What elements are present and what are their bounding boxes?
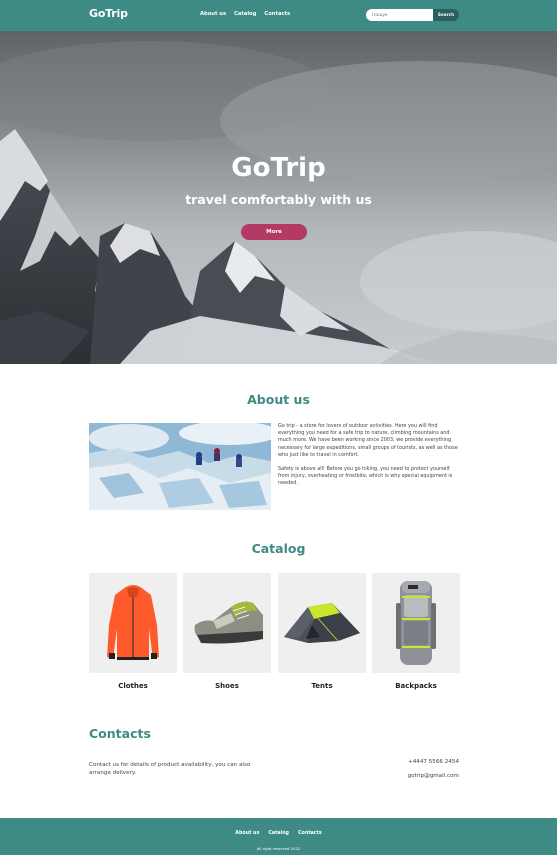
catalog-label-tents[interactable]: Tents (278, 682, 366, 690)
contacts-email[interactable]: gotrip@gmail.com (408, 773, 459, 779)
footer-link-about-us[interactable]: About us (235, 831, 259, 836)
hero-title: GoTrip (231, 153, 326, 183)
nav-link-about-us[interactable]: About us (200, 11, 226, 17)
site-header: GoTrip About us Catalog Contacts Search (0, 0, 557, 31)
nav-link-catalog[interactable]: Catalog (234, 11, 256, 17)
about-paragraph: Go trip - a store for lovers of outdoor … (278, 423, 458, 458)
footer-nav: About us Catalog Contacts (0, 831, 557, 836)
hero-banner: GoTrip travel comfortably with us More (0, 31, 557, 364)
contacts-phone[interactable]: +4447 5566 2454 (408, 759, 459, 765)
about-title: About us (247, 392, 310, 407)
about-paragraph: Safety is above all! Before you go hikin… (278, 466, 453, 487)
hiking-shoe-icon (194, 601, 263, 644)
catalog-label-clothes[interactable]: Clothes (89, 682, 177, 690)
logo[interactable]: GoTrip (89, 7, 128, 20)
search-button[interactable]: Search (433, 9, 459, 21)
footer-link-catalog[interactable]: Catalog (268, 831, 289, 836)
search-bar: Search (366, 9, 459, 21)
hero-subtitle: travel comfortably with us (185, 192, 372, 207)
contacts-title: Contacts (89, 726, 151, 741)
tent-icon (284, 603, 360, 643)
catalog-title: Catalog (251, 541, 306, 556)
jacket-icon (107, 585, 159, 660)
glacier-climbers-image (89, 423, 271, 510)
nav-link-contacts[interactable]: Contacts (264, 11, 290, 17)
catalog-card-tents[interactable] (278, 573, 366, 673)
backpack-icon (396, 581, 436, 665)
catalog-card-backpacks[interactable] (372, 573, 460, 673)
footer-copyright: All right reserved 2022 (256, 846, 301, 851)
more-button[interactable]: More (241, 224, 307, 240)
contacts-text: Contact us for details of product availa… (89, 762, 251, 776)
catalog-label-backpacks[interactable]: Backpacks (372, 682, 460, 690)
catalog-label-shoes[interactable]: Shoes (183, 682, 271, 690)
catalog-card-clothes[interactable] (89, 573, 177, 673)
search-input[interactable] (366, 9, 434, 21)
footer-link-contacts[interactable]: Contacts (298, 831, 322, 836)
main-nav: About us Catalog Contacts (200, 11, 290, 17)
catalog-card-shoes[interactable] (183, 573, 271, 673)
about-text: Go trip - a store for lovers of outdoor … (278, 423, 462, 495)
about-image (89, 423, 271, 510)
site-footer: About us Catalog Contacts All right rese… (0, 818, 557, 855)
